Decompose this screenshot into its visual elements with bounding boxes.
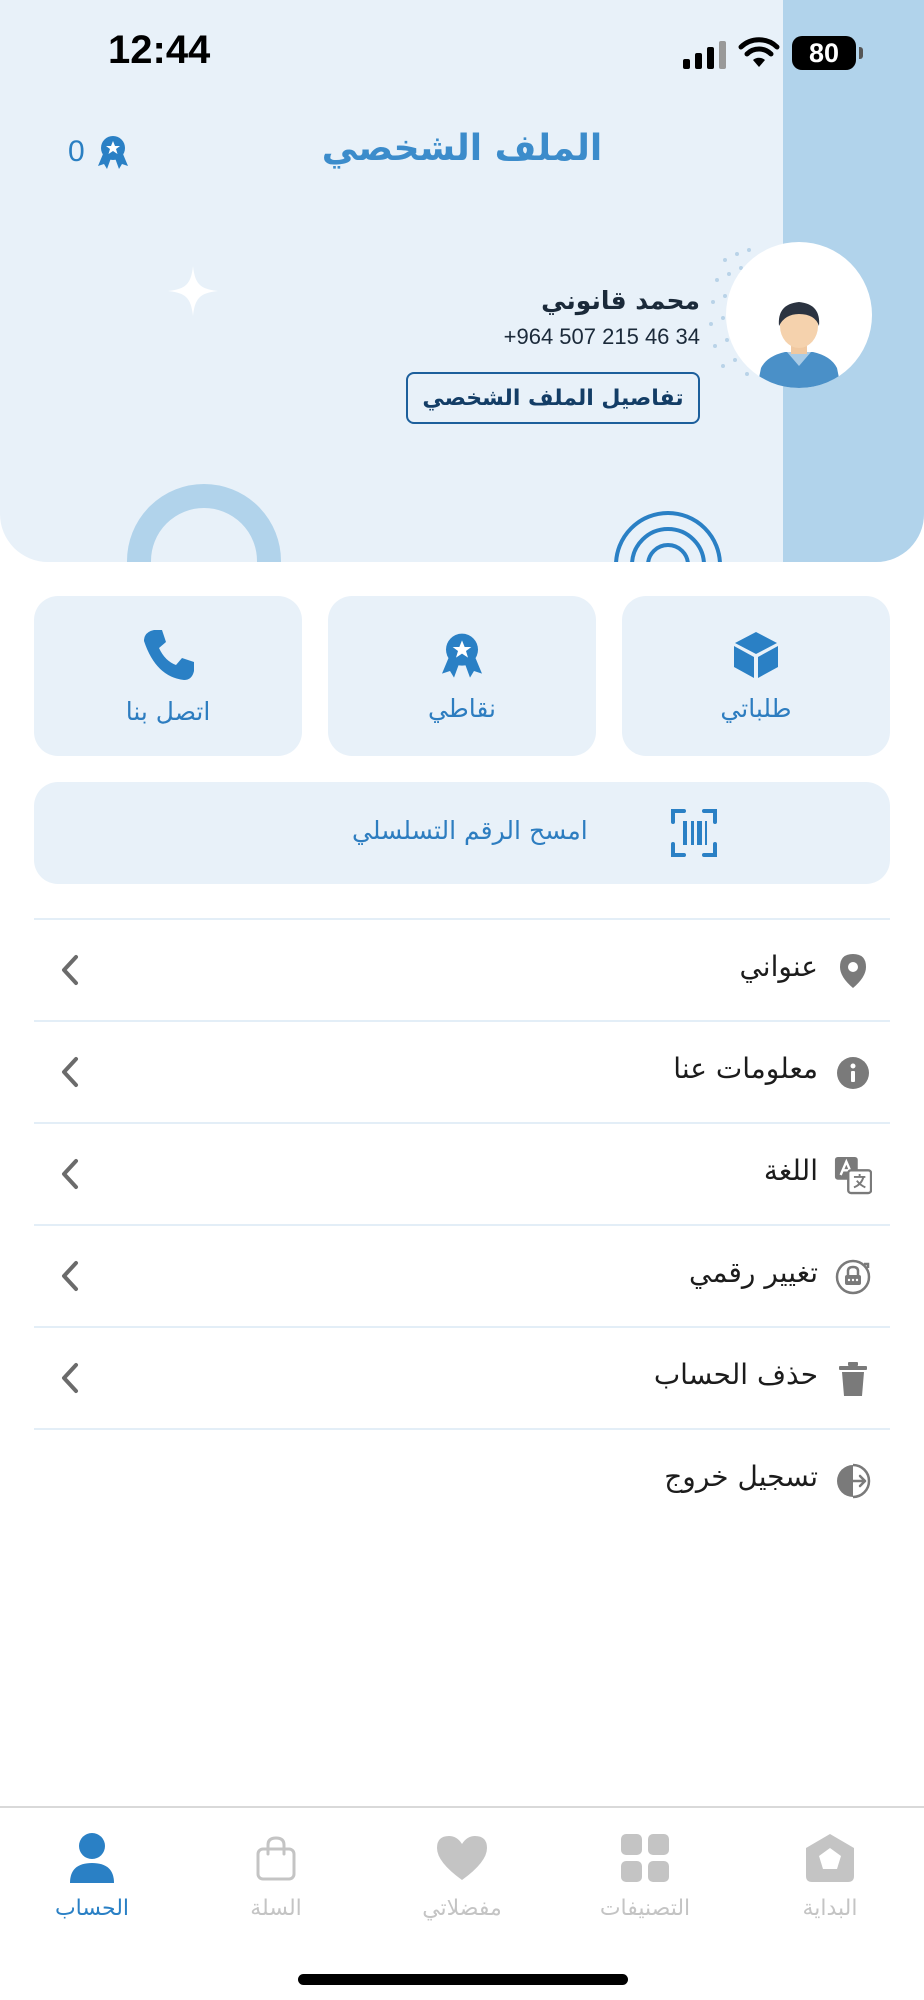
page-title: الملف الشخصي	[321, 128, 603, 169]
user-avatar-icon	[757, 302, 841, 388]
chevron-left-icon	[62, 1261, 78, 1291]
menu-item-my-address[interactable]: عنواني	[34, 918, 890, 1020]
award-icon	[97, 136, 128, 169]
tile-label: طلباتي	[720, 693, 792, 723]
user-phone: +964 507 215 46 34	[503, 324, 700, 349]
scan-serial-button[interactable]: امسح الرقم التسلسلي	[34, 782, 890, 884]
tile-contact-us[interactable]: اتصل بنا	[34, 596, 302, 756]
avatar[interactable]	[726, 242, 872, 388]
menu-item-label: عنواني	[739, 950, 818, 983]
menu-item-about-us[interactable]: معلومات عنا	[34, 1020, 890, 1122]
menu-item-change-number[interactable]: تغيير رقمي	[34, 1224, 890, 1326]
phone-lock-icon	[834, 1258, 872, 1296]
scan-label: امسح الرقم التسلسلي	[352, 816, 588, 845]
home-icon	[738, 1828, 922, 1888]
heart-icon	[370, 1828, 554, 1888]
points-count: 0	[68, 135, 85, 168]
translate-icon	[834, 1156, 872, 1195]
chevron-left-icon	[62, 1057, 78, 1087]
barcode-scan-icon	[671, 809, 717, 857]
nav-categories[interactable]: التصنيفات	[553, 1828, 737, 1938]
profile-header: 12:44 80 الملف الشخصي 0 محمد قانوني +964…	[0, 0, 924, 562]
wifi-icon	[738, 37, 780, 67]
tile-label: اتصل بنا	[125, 696, 211, 726]
nav-label: السلة	[250, 1896, 302, 1921]
award-icon	[442, 633, 482, 678]
status-time: 12:44	[108, 28, 211, 72]
chevron-left-icon	[62, 1363, 78, 1393]
tile-my-orders[interactable]: طلباتي	[622, 596, 890, 756]
nav-label: مفضلاتي	[422, 1896, 502, 1921]
user-icon	[0, 1828, 184, 1888]
nav-label: البداية	[802, 1896, 858, 1921]
profile-details-button[interactable]: تفاصيل الملف الشخصي	[406, 372, 700, 424]
home-indicator	[298, 1974, 628, 1985]
logout-icon	[834, 1462, 872, 1500]
nav-label: الحساب	[54, 1896, 130, 1921]
points-badge[interactable]: 0	[68, 134, 131, 170]
battery-icon: 80	[792, 36, 863, 70]
menu-item-label: حذف الحساب	[653, 1358, 818, 1391]
chevron-left-icon	[62, 955, 78, 985]
phone-icon	[144, 629, 194, 680]
bag-icon	[184, 1828, 368, 1888]
box-icon	[734, 631, 778, 678]
nav-cart[interactable]: السلة	[184, 1828, 368, 1938]
trash-icon	[834, 1360, 872, 1398]
menu-item-label: اللغة	[763, 1154, 818, 1187]
user-name: محمد قانوني	[541, 286, 700, 315]
nav-account[interactable]: الحساب	[0, 1828, 184, 1938]
tile-label: نقاطي	[428, 693, 496, 723]
signal-icon	[683, 37, 726, 69]
menu-item-label: تسجيل خروج	[664, 1460, 818, 1493]
menu-item-delete-account[interactable]: حذف الحساب	[34, 1326, 890, 1428]
menu-item-label: تغيير رقمي	[689, 1256, 818, 1289]
info-icon	[834, 1054, 872, 1092]
status-icons: 80	[683, 36, 863, 70]
decorative-arcs	[614, 511, 722, 562]
nav-favorites[interactable]: مفضلاتي	[370, 1828, 554, 1938]
nav-label: التصنيفات	[599, 1896, 691, 1921]
grid-icon	[553, 1828, 737, 1888]
bottom-navigation: البداية التصنيفات مفضلاتي السلة الحساب	[0, 1806, 924, 2000]
nav-home[interactable]: البداية	[738, 1828, 922, 1938]
menu-item-language[interactable]: اللغة	[34, 1122, 890, 1224]
chevron-left-icon	[62, 1159, 78, 1189]
location-pin-icon	[834, 952, 872, 990]
menu-item-logout[interactable]: تسجيل خروج	[34, 1428, 890, 1530]
tile-my-points[interactable]: نقاطي	[328, 596, 596, 756]
decorative-ring	[127, 484, 281, 562]
sparkle-icon	[168, 266, 218, 316]
menu-item-label: معلومات عنا	[673, 1052, 818, 1085]
